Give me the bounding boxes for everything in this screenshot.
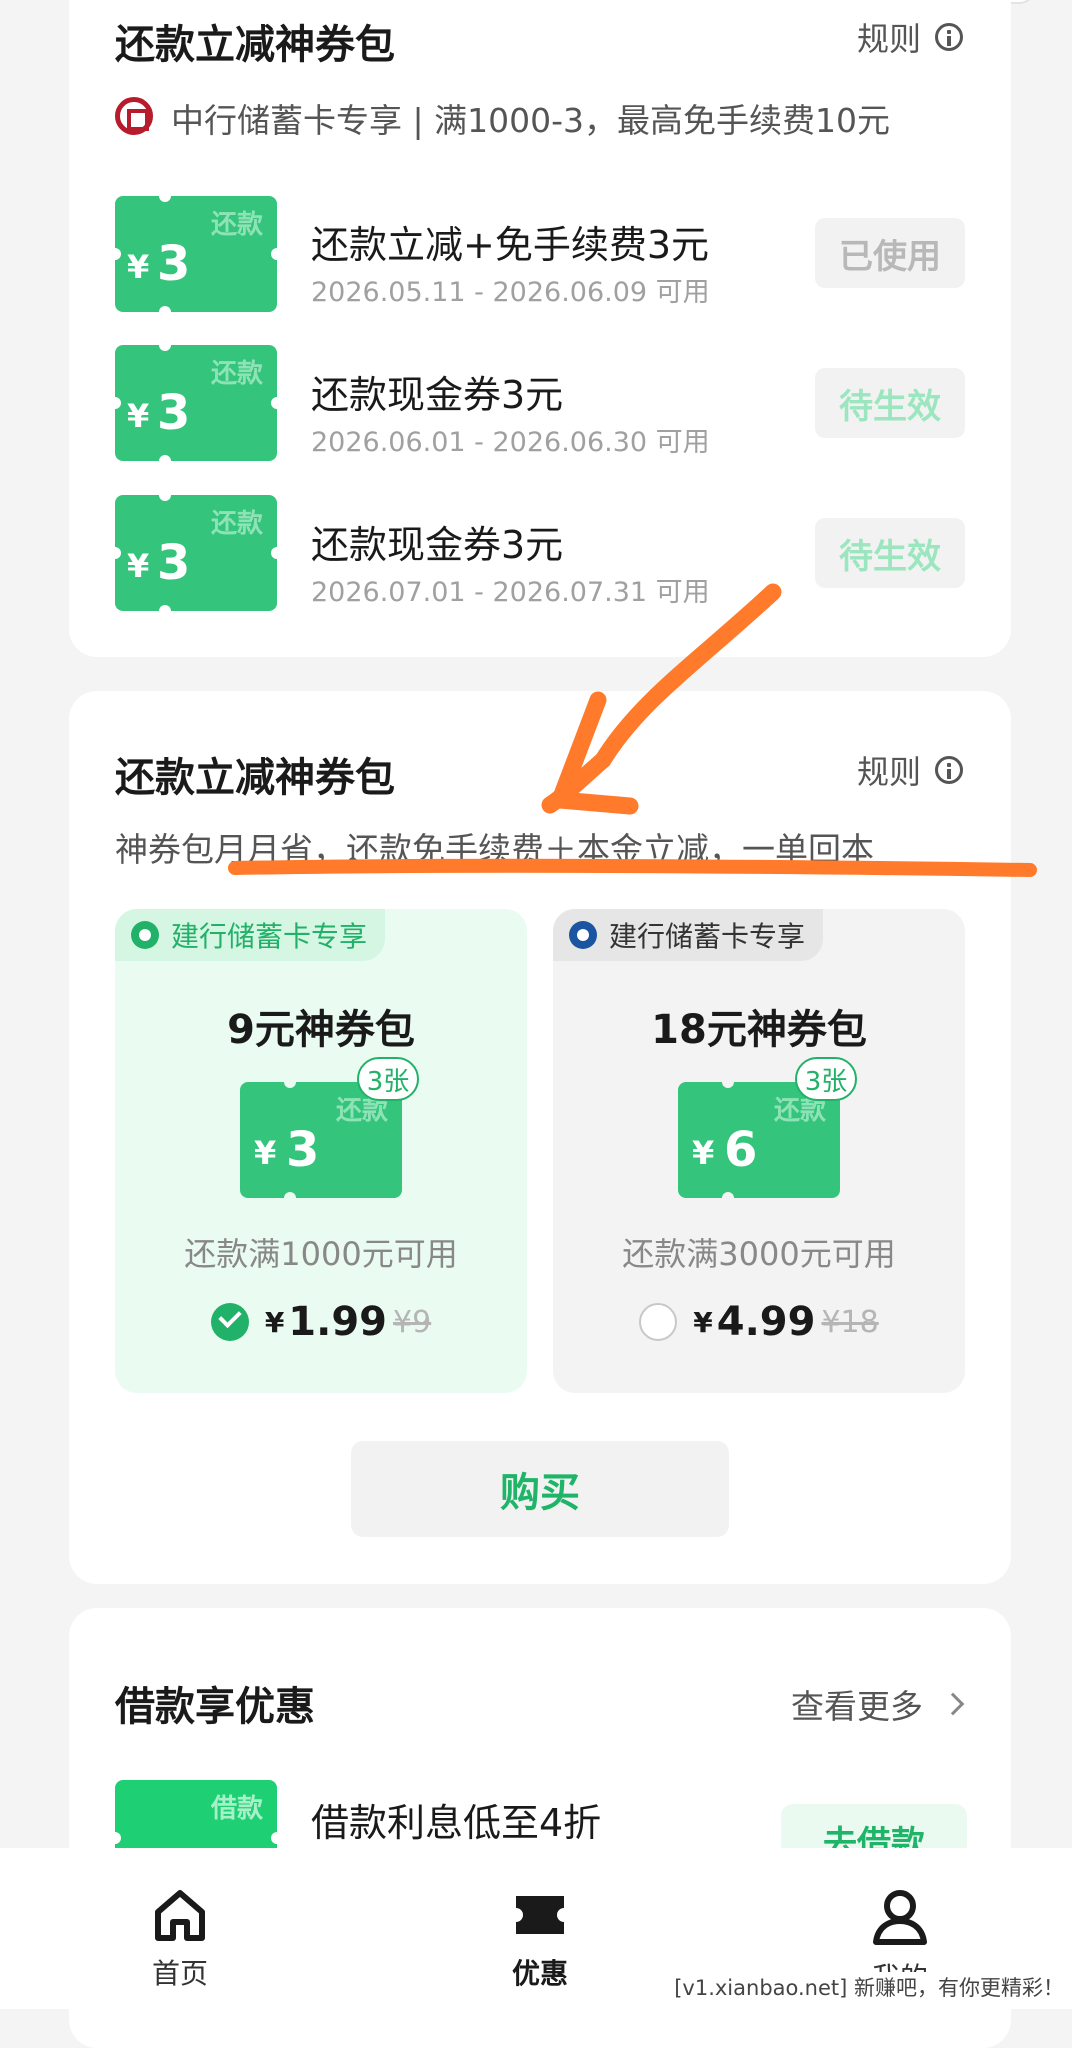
radio-checked-icon[interactable] <box>210 1303 249 1341</box>
coupon-count-badge: 3张 <box>795 1057 857 1101</box>
coupon-date: 2026.05.11 - 2026.06.09 可用 <box>311 277 710 308</box>
coupon-date: 2026.06.01 - 2026.06.30 可用 <box>311 427 710 458</box>
radio-unchecked-icon[interactable] <box>639 1303 678 1341</box>
coupon-ticket: 还款 ¥ 3 <box>115 495 277 611</box>
coupon-title: 还款现金券3元 <box>311 523 564 567</box>
buy-button[interactable]: 购买 <box>351 1441 729 1537</box>
coupon-ticket: 还款 ¥ 3 <box>115 345 277 461</box>
pack-price: 1.99 <box>288 1299 387 1345</box>
coupon-date: 2026.07.01 - 2026.07.31 可用 <box>311 577 710 608</box>
price-row: ¥ 4.99 ¥18 <box>553 1299 965 1345</box>
ccb-logo-icon <box>569 921 597 949</box>
tab-home-label: 首页 <box>151 1957 208 1990</box>
pack-option-18[interactable]: 建行储蓄卡专享 18元神券包 还款 ¥ 6 3张 还款满3000元可用 ¥ 4.… <box>553 909 965 1393</box>
pack-title: 9元神券包 <box>227 1007 415 1053</box>
coupon-status-pending: 待生效 <box>815 368 965 438</box>
ticket-icon <box>516 1896 564 1934</box>
coupon-count-badge: 3张 <box>357 1057 419 1101</box>
info-icon <box>935 23 963 51</box>
coupon-ticket: 还款 ¥ 3 <box>115 196 277 312</box>
price-row: ¥ 1.99 ¥9 <box>115 1299 527 1345</box>
tab-home[interactable]: 首页 <box>80 1888 280 1992</box>
see-more-link[interactable]: 查看更多 <box>791 1680 965 1728</box>
coupon-status-pending: 待生效 <box>815 518 965 588</box>
coupon-status-used: 已使用 <box>815 218 965 288</box>
card-subtitle: 中行储蓄卡专享 | 满1000-3，最高免手续费10元 <box>171 101 890 140</box>
coupon-title: 还款现金券3元 <box>311 373 564 417</box>
user-icon <box>873 1890 927 1945</box>
pack-condition: 还款满1000元可用 <box>184 1235 458 1273</box>
card-title: 借款享优惠 <box>115 1684 315 1730</box>
loan-offer-title: 借款利息低至4折 <box>311 1801 602 1845</box>
pack-original-price: ¥18 <box>821 1304 879 1340</box>
card-title: 还款立减神券包 <box>115 755 395 801</box>
chevron-right-icon <box>941 1692 965 1716</box>
tab-offers-label: 优惠 <box>511 1957 568 1990</box>
coupon-title: 还款立减+免手续费3元 <box>311 223 710 267</box>
boc-logo-icon <box>115 97 153 135</box>
card-subtitle: 神券包月月省，还款免手续费＋本金立减，一单回本 <box>115 830 874 869</box>
home-icon <box>155 1890 205 1941</box>
pack-original-price: ¥9 <box>393 1304 432 1340</box>
tab-offers[interactable]: 优惠 <box>440 1888 640 1992</box>
see-more-label: 查看更多 <box>791 1687 923 1726</box>
rules-link[interactable]: 规则 <box>857 747 963 793</box>
ccb-logo-icon <box>131 921 159 949</box>
card-title: 还款立减神券包 <box>115 22 395 68</box>
repay-coupon-pack-purchase-card: 还款立减神券包 规则 神券包月月省，还款免手续费＋本金立减，一单回本 建行储蓄卡… <box>69 691 1011 1584</box>
pack-price: 4.99 <box>716 1299 816 1345</box>
rules-link[interactable]: 规则 <box>857 14 963 60</box>
pack-condition: 还款满3000元可用 <box>622 1235 896 1273</box>
repay-coupon-pack-owned-card: 还款立减神券包 规则 中行储蓄卡专享 | 满1000-3，最高免手续费10元 还… <box>69 0 1011 657</box>
ccb-exclusive-badge: 建行储蓄卡专享 <box>115 909 386 961</box>
pack-title: 18元神券包 <box>651 1007 867 1053</box>
info-icon <box>935 756 963 784</box>
pack-option-9[interactable]: 建行储蓄卡专享 9元神券包 还款 ¥ 3 3张 还款满1000元可用 ¥ 1.9… <box>115 909 527 1393</box>
rules-label: 规则 <box>856 20 921 58</box>
watermark-text: [v1.xianbao.net] 新赚吧，有你更精彩！ <box>674 1972 1064 2002</box>
ccb-exclusive-badge: 建行储蓄卡专享 <box>553 909 824 961</box>
rules-label: 规则 <box>856 753 921 791</box>
